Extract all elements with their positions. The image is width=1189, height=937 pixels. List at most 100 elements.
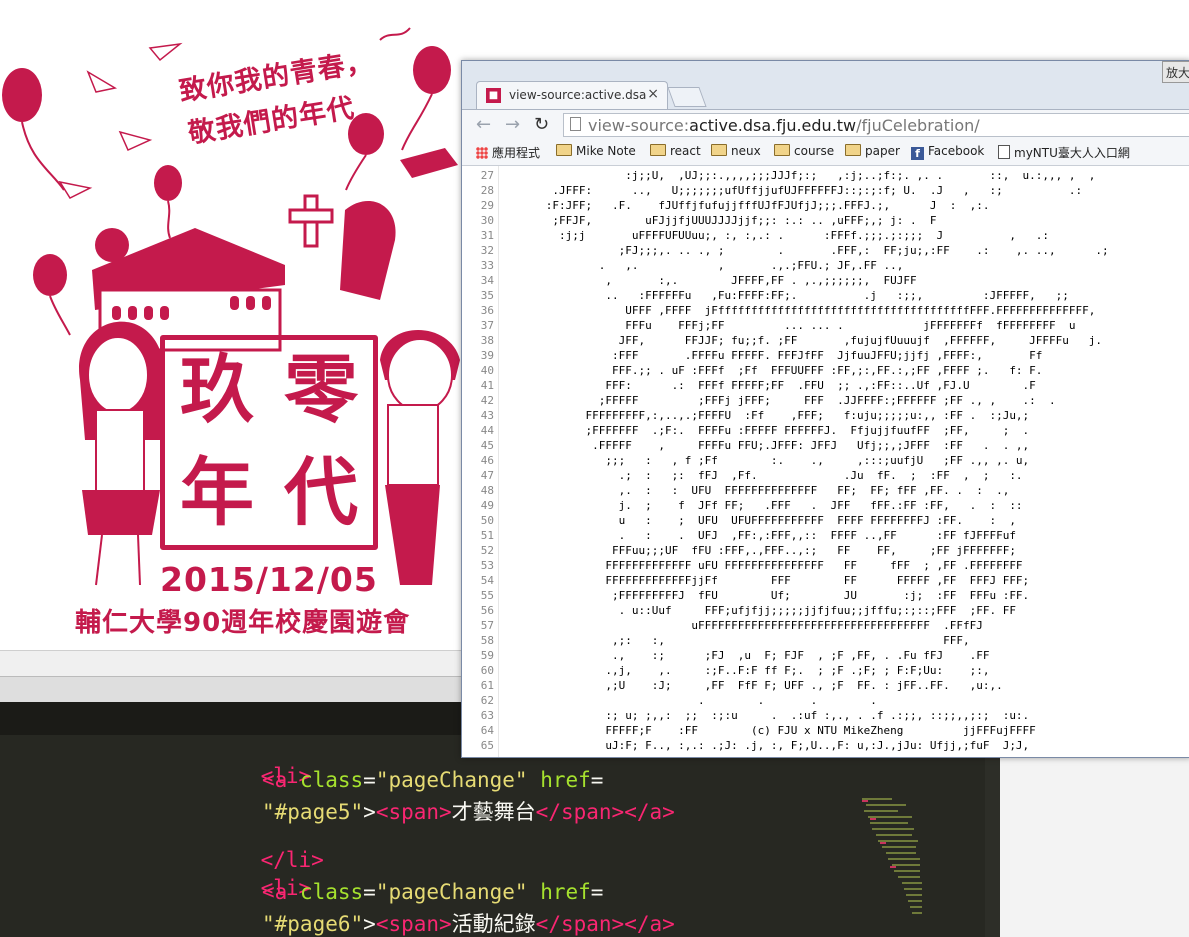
source-text: ;FJ;;;,. .. ., ; . .FFF,: FF;ju;,:FF .: …	[506, 244, 1109, 257]
line-number: 41	[480, 379, 494, 392]
poster-date: 2015/12/05	[160, 560, 378, 599]
title-char: 零	[284, 347, 358, 433]
forward-arrow-icon[interactable]: →	[505, 114, 520, 135]
source-text: j. ; f JFf FF; .FFF . JFF fFF.:FF :FF, .…	[506, 499, 1023, 512]
source-text: .,j, ,. :;F..F:F ff F;. ; ;F .;F; ; F:F;…	[506, 664, 990, 677]
title-char: 玖	[180, 347, 254, 433]
line-number: 64	[480, 724, 494, 737]
folder-icon	[845, 144, 861, 156]
bookmark-paper[interactable]: paper	[845, 144, 900, 158]
code-line: "#page6"><span>活動紀錄</span></a>	[262, 912, 675, 936]
editor-minimap[interactable]	[858, 788, 928, 934]
back-arrow-icon[interactable]: ←	[476, 114, 491, 135]
source-text: FFFFF;F :FF (c) FJU x NTU MikeZheng jjFF…	[506, 724, 1036, 737]
bookmark-apps[interactable]: 應用程式	[476, 144, 540, 161]
tab-title: view-source:active.dsa.fju	[509, 88, 647, 102]
line-number: 31	[480, 229, 494, 242]
line-number: 39	[480, 349, 494, 362]
address-bar-url: view-source:active.dsa.fju.edu.tw/fjuCel…	[588, 116, 980, 135]
source-text: ;FFFFFFF .;F:. FFFFu :FFFFF FFFFFFJ. Ffj…	[506, 424, 1030, 437]
source-text: u : ; UFU UFUFFFFFFFFFFF FFFF FFFFFFFFJ …	[506, 514, 1016, 527]
line-number: 55	[480, 589, 494, 602]
source-text: FFFFFFFFFFFFF uFU FFFFFFFFFFFFFFF FF fFF…	[506, 559, 1023, 572]
folder-icon	[774, 144, 790, 156]
source-text: uFFFFFFFFFFFFFFFFFFFFFFFFFFFFFFFFFFF .FF…	[506, 619, 983, 632]
browser-tab[interactable]: ■ view-source:active.dsa.fju ×	[476, 81, 668, 109]
source-text: :j;j uFFFFUFUUuu;, :, :,.: . :FFFf.;;;.;…	[506, 229, 1050, 242]
bookmarks-bar: 應用程式 Mike Note react neux course paper f…	[462, 139, 1189, 166]
source-text: .JFFF: .., U;;;;;;;ufUffjjufUJFFFFFFJ::;…	[506, 184, 1083, 197]
source-text: . : . UFJ ,FF:,:FFF,,:: FFFF ..,FF :FF f…	[506, 529, 1016, 542]
line-number: 57	[480, 619, 494, 632]
line-number: 34	[480, 274, 494, 287]
line-number: 35	[480, 289, 494, 302]
line-number: 36	[480, 304, 494, 317]
code-line: "#page5"><span>才藝舞台</span></a>	[262, 800, 675, 824]
line-number: 58	[480, 634, 494, 647]
source-text: . u::Uuf FFF;ufjfjj;;;;;jjfjfuu;;jfffu;:…	[506, 604, 1016, 617]
address-bar[interactable]: view-source:active.dsa.fju.edu.tw/fjuCel…	[563, 113, 1189, 137]
line-number: 37	[480, 319, 494, 332]
new-tab-button[interactable]	[667, 87, 707, 107]
source-text: FFFFFFFFFFFFFjjFf FFF FF FFFFF ,FF FFFJ …	[506, 574, 1030, 587]
source-text: . ,. , .,.;FFU.; JF,.FF ..,	[506, 259, 904, 272]
source-text: FFF.;; . uF :FFFf ;Ff FFFUUFFF :FF,;:,FF…	[506, 364, 1043, 377]
reload-icon[interactable]: ↻	[534, 114, 549, 135]
source-text: FFFFFFFFF,:,..,.;FFFFU :Ff ,FFF; f:uju;;…	[506, 409, 1030, 422]
bookmark-react[interactable]: react	[650, 144, 701, 158]
page-source-view[interactable]: 27 :j;;U, ,UJ;;:.,,,,;;;JJJf;:; ,:j;..;f…	[462, 166, 1189, 757]
line-number: 47	[480, 469, 494, 482]
window-maximize-button[interactable]: 放大	[1162, 61, 1189, 83]
line-number: 62	[480, 694, 494, 707]
code-line: <a class="pageChange" href=	[262, 768, 604, 792]
browser-toolbar: ← → ↻ view-source:active.dsa.fju.edu.tw/…	[462, 109, 1189, 140]
source-text: . . . .	[506, 694, 877, 707]
tab-close-icon[interactable]: ×	[647, 86, 659, 102]
browser-titlebar: ■ view-source:active.dsa.fju × 放大	[462, 61, 1189, 109]
line-number: 40	[480, 364, 494, 377]
title-char: 代	[284, 449, 358, 536]
source-text: , :,. JFFFF,FF . ,.,;;;;;;, FUJFF	[506, 274, 917, 287]
bookmark-facebook[interactable]: f Facebook	[911, 144, 984, 160]
source-text: ,;: :, FFF,	[506, 634, 970, 647]
line-number: 42	[480, 394, 494, 407]
poster-caption: 輔仁大學90週年校慶園遊會	[75, 608, 411, 638]
browser-window: ■ view-source:active.dsa.fju × 放大 ← → ↻ …	[461, 60, 1189, 758]
line-number: 56	[480, 604, 494, 617]
source-text: ;FFFFF ;FFFj jFFF; FFF .JJFFFF:;FFFFFF ;…	[506, 394, 1056, 407]
line-number: 27	[480, 169, 494, 182]
site-favicon-icon: ■	[486, 88, 501, 103]
source-text: ;;; : , f ;Ff :. ., ,:::;uufjU ;FF .,, ,…	[506, 454, 1030, 467]
poster-big-title: 玖 零 年 代	[160, 335, 378, 550]
source-text: uJ:F; F.., :,.: .;J: .j, :, F;,U..,F: u,…	[506, 739, 1030, 752]
bookmark-myntu[interactable]: myNTU臺大人入口網	[998, 144, 1130, 161]
line-number: 44	[480, 424, 494, 437]
line-number: 38	[480, 334, 494, 347]
source-text: :j;;U, ,UJ;;:.,,,,;;;JJJf;:; ,:j;..;f:;.…	[506, 169, 1096, 182]
folder-icon	[711, 144, 727, 156]
line-number: 43	[480, 409, 494, 422]
line-number: 32	[480, 244, 494, 257]
bookmark-neux[interactable]: neux	[711, 144, 761, 158]
line-number: 28	[480, 184, 494, 197]
source-text: FFFuu;;;UF fFU :FFF,.,FFF..,:; FF FF, ;F…	[506, 544, 1016, 557]
desktop-background	[1000, 752, 1189, 937]
folder-icon	[650, 144, 666, 156]
line-number: 45	[480, 439, 494, 452]
source-text: .FFFFF , FFFFu FFU;.JFFF: JFFJ Ufj;;,;JF…	[506, 439, 1030, 452]
source-text: :FFF .FFFFu FFFFF. FFFJfFF JjfuuJFFU;jjf…	[506, 349, 1043, 362]
line-number: 59	[480, 649, 494, 662]
line-number: 49	[480, 499, 494, 512]
line-number: 65	[480, 739, 494, 752]
code-line: <a class="pageChange" href=	[262, 880, 604, 904]
source-text: :F:JFF; .F. fJUffjfufujjfffUJfFJUfjJ;;;.…	[506, 199, 990, 212]
source-text: FFF: .: FFFf FFFFF;FF .FFU ;; .,:FF::..U…	[506, 379, 1036, 392]
bookmark-course[interactable]: course	[774, 144, 834, 158]
line-number: 29	[480, 199, 494, 212]
bookmark-mike-note[interactable]: Mike Note	[556, 144, 636, 158]
source-text: UFFF ,FFFF jFfffffffffffffffffffffffffff…	[506, 304, 1096, 317]
folder-icon	[556, 144, 572, 156]
source-text: ;FFJF, uFJjjfjUUUJJJJjjf;;: :.: .. ,uFFF…	[506, 214, 937, 227]
line-number: 51	[480, 529, 494, 542]
line-number: 33	[480, 259, 494, 272]
